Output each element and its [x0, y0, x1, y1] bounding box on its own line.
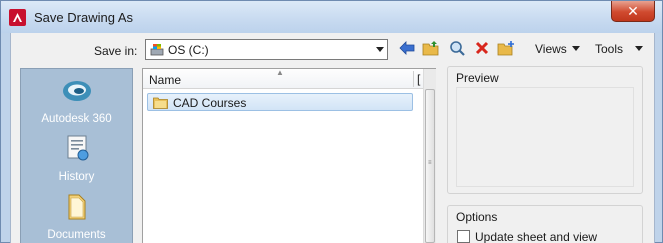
- column-divider[interactable]: [413, 71, 414, 87]
- sort-ascending-icon: ▲: [276, 68, 284, 77]
- grip-icon: ≡: [428, 160, 432, 166]
- preview-group: Preview: [447, 66, 643, 194]
- close-icon: ✕: [627, 2, 639, 19]
- dialog-body: Save in: OS (C:) Views Tools Autodesk 36…: [10, 33, 655, 243]
- preview-area: [456, 87, 634, 187]
- options-title: Options: [454, 210, 500, 224]
- column-header-name[interactable]: Name: [149, 73, 181, 87]
- list-item-label: CAD Courses: [173, 96, 247, 110]
- tools-menu[interactable]: Tools: [595, 42, 623, 56]
- preview-title: Preview: [454, 71, 501, 85]
- up-folder-icon[interactable]: [421, 38, 441, 58]
- place-label: Documents: [47, 229, 106, 241]
- chevron-down-icon[interactable]: [376, 47, 384, 52]
- list-header: Name ▲ [: [143, 68, 423, 89]
- back-arrow-icon[interactable]: [397, 38, 417, 58]
- place-autodesk-360[interactable]: Autodesk 360: [21, 71, 132, 131]
- save-in-dropdown[interactable]: OS (C:): [145, 39, 388, 60]
- tools-chevron-down-icon[interactable]: [635, 46, 643, 51]
- views-menu[interactable]: Views: [535, 42, 567, 56]
- search-web-icon[interactable]: [447, 38, 467, 58]
- update-sheet-checkbox[interactable]: [457, 230, 470, 243]
- close-button[interactable]: ✕: [611, 1, 655, 22]
- cloud-icon: [63, 81, 91, 101]
- views-chevron-down-icon[interactable]: [572, 46, 580, 51]
- save-in-value: OS (C:): [168, 43, 209, 57]
- autocad-a-icon: [9, 9, 26, 26]
- options-group: Options Update sheet and view: [447, 205, 643, 243]
- scrollbar[interactable]: ≡: [423, 69, 436, 243]
- scrollbar-thumb[interactable]: ≡: [425, 89, 435, 243]
- update-sheet-label[interactable]: Update sheet and view: [475, 230, 597, 243]
- history-icon: [67, 135, 89, 161]
- folder-icon: [153, 97, 168, 109]
- list-item[interactable]: CAD Courses: [147, 93, 413, 111]
- delete-icon[interactable]: [472, 38, 492, 58]
- places-sidebar: Autodesk 360 History Documents: [20, 68, 133, 243]
- place-label: History: [58, 171, 95, 183]
- documents-icon: [68, 194, 86, 220]
- window-title: Save Drawing As: [34, 10, 133, 25]
- save-drawing-dialog: Save Drawing As ✕ Save in: OS (C:) Views…: [0, 0, 663, 243]
- place-documents[interactable]: Documents: [21, 191, 132, 243]
- save-in-label: Save in:: [94, 44, 138, 58]
- place-label: Autodesk 360: [41, 113, 112, 125]
- place-history[interactable]: History: [21, 131, 132, 191]
- new-folder-icon[interactable]: [496, 38, 516, 58]
- file-list[interactable]: Name ▲ [ CAD Courses ≡: [142, 68, 436, 243]
- column-header-date[interactable]: [: [417, 72, 420, 86]
- drive-icon: [150, 44, 164, 56]
- title-bar[interactable]: Save Drawing As ✕: [1, 1, 662, 33]
